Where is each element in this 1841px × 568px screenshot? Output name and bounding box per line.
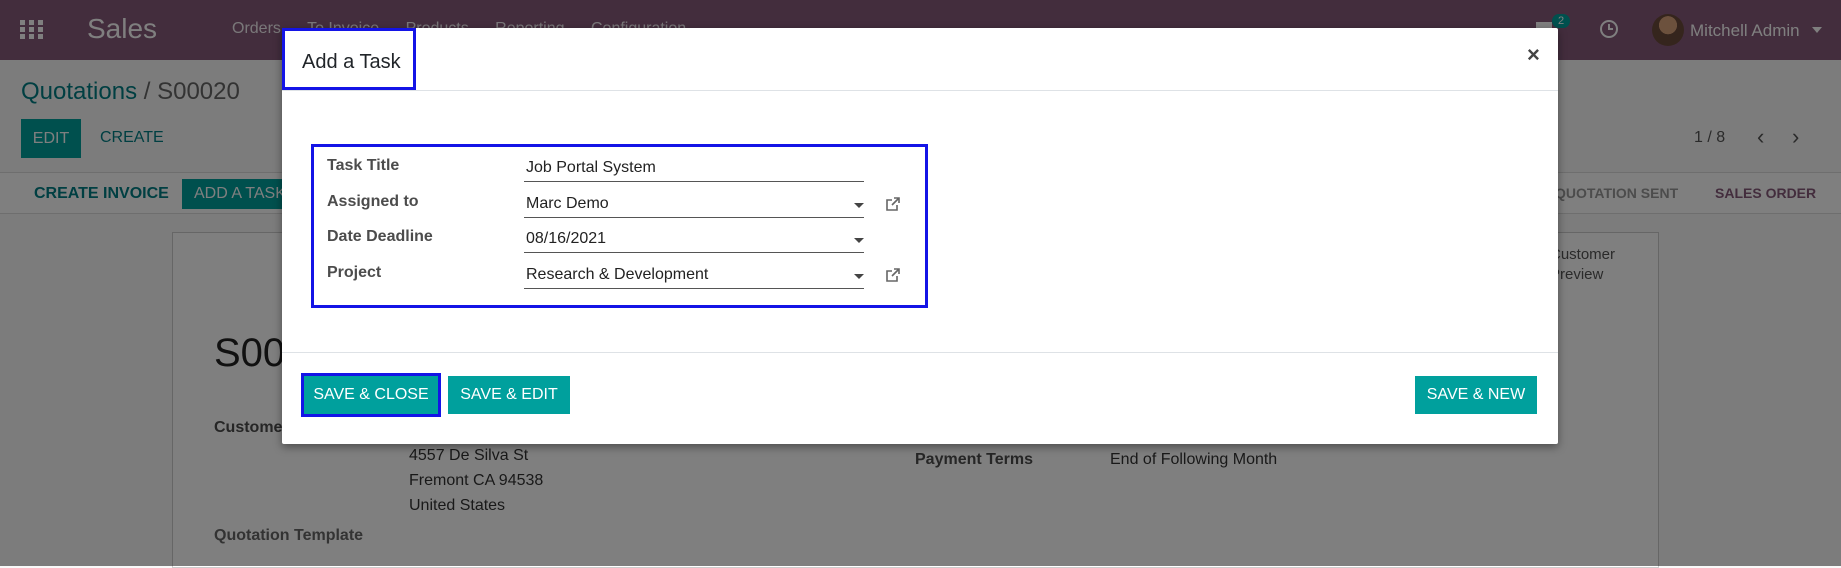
external-link-icon[interactable]: [884, 195, 902, 213]
date-deadline-value: 08/16/2021: [526, 230, 607, 247]
close-icon[interactable]: ×: [1527, 42, 1540, 68]
project-row: Project Research & Development: [327, 258, 917, 289]
dialog-footer: SAVE & CLOSE SAVE & EDIT SAVE & NEW: [282, 352, 1558, 445]
assigned-to-row: Assigned to Marc Demo: [327, 187, 917, 218]
date-deadline-row: Date Deadline 08/16/2021: [327, 222, 917, 253]
project-label: Project: [327, 264, 382, 281]
caret-down-icon[interactable]: [854, 203, 864, 208]
caret-down-icon[interactable]: [854, 238, 864, 243]
assigned-to-value: Marc Demo: [526, 195, 609, 212]
add-task-dialog: Add a Task × Task Title Job Portal Syste…: [282, 28, 1558, 444]
save-new-button[interactable]: SAVE & NEW: [1415, 376, 1537, 414]
task-form: Task Title Job Portal System Assigned to…: [311, 144, 928, 308]
date-deadline-label: Date Deadline: [327, 228, 433, 245]
dialog-title-highlight: Add a Task: [282, 28, 416, 90]
save-edit-button[interactable]: SAVE & EDIT: [448, 376, 570, 414]
dialog-title: Add a Task: [302, 51, 401, 73]
task-title-row: Task Title Job Portal System: [327, 151, 917, 182]
date-deadline-picker[interactable]: 08/16/2021: [524, 228, 864, 253]
assigned-to-select[interactable]: Marc Demo: [524, 193, 864, 218]
caret-down-icon[interactable]: [854, 274, 864, 279]
task-title-input[interactable]: Job Portal System: [524, 157, 864, 182]
task-title-label: Task Title: [327, 157, 400, 174]
dialog-header: Add a Task ×: [282, 28, 1558, 91]
project-value: Research & Development: [526, 266, 709, 283]
assigned-to-label: Assigned to: [327, 193, 419, 210]
external-link-icon[interactable]: [884, 266, 902, 284]
project-select[interactable]: Research & Development: [524, 264, 864, 289]
save-close-button[interactable]: SAVE & CLOSE: [301, 373, 441, 417]
